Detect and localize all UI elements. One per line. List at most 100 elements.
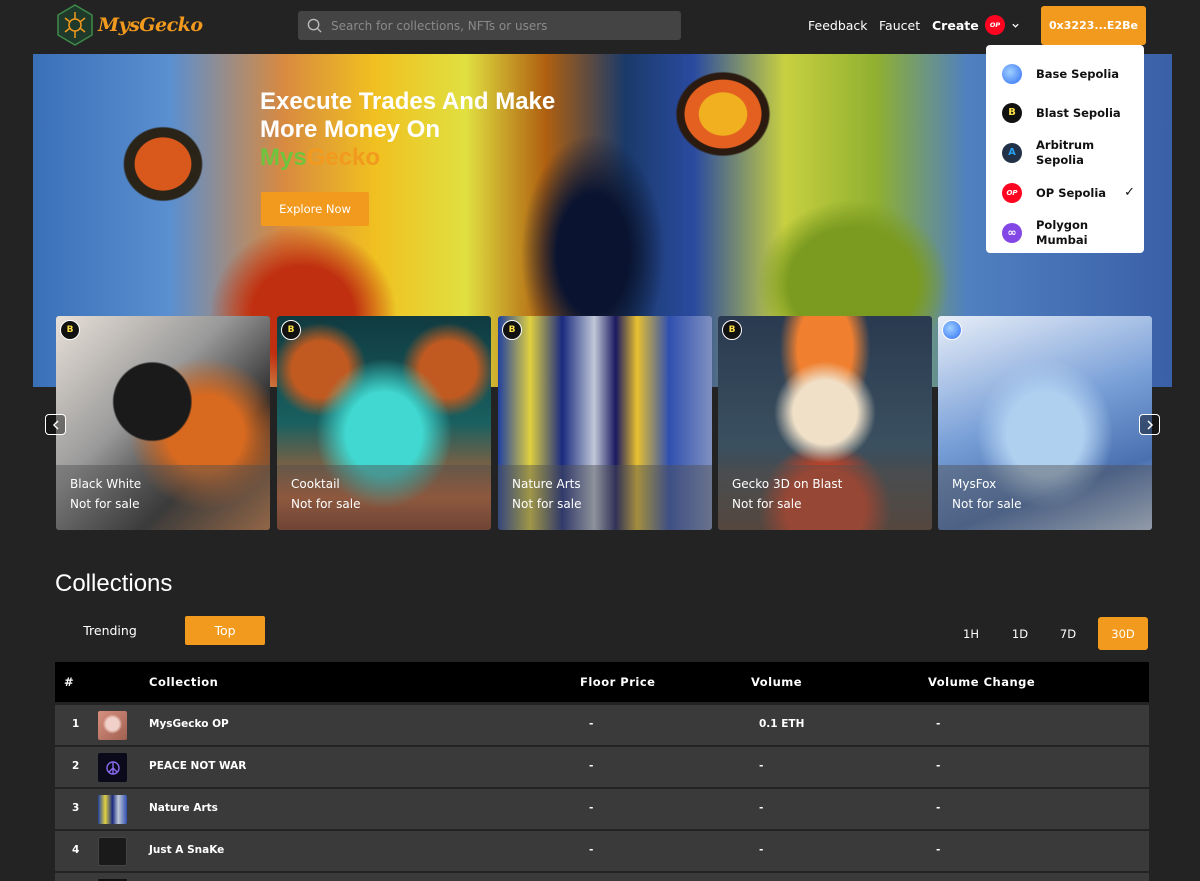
row-change: - [936, 802, 941, 814]
collection-thumbnail [98, 753, 127, 782]
hero-brand-mys: Mys [260, 144, 307, 171]
card-info: Black White Not for sale [56, 465, 270, 530]
row-change: - [936, 844, 941, 856]
chain-label: Arbitrum Sepolia [1036, 138, 1094, 168]
table-row[interactable]: 1 MysGecko OP - 0.1 ETH - [55, 705, 1149, 745]
blast-icon: B [502, 320, 522, 340]
row-rank: 3 [72, 802, 80, 814]
collection-thumbnail [98, 795, 127, 824]
row-change: - [936, 718, 941, 730]
row-floor: - [589, 802, 594, 814]
featured-card[interactable]: B Nature Arts Not for sale [498, 316, 712, 530]
card-name: Gecko 3D on Blast [732, 477, 843, 491]
period-1d[interactable]: 1D [1005, 617, 1035, 650]
gecko-logo-icon [57, 4, 93, 46]
hero-brand-gecko: Gecko [306, 144, 381, 171]
chain-dropdown: Base Sepolia B Blast Sepolia A Arbitrum … [986, 45, 1144, 253]
explore-now-button[interactable]: Explore Now [261, 192, 369, 226]
row-collection-name[interactable]: PEACE NOT WAR [149, 760, 246, 772]
col-volume: Volume [751, 675, 803, 689]
tab-trending[interactable]: Trending [66, 616, 154, 645]
card-name: Cooktail [291, 477, 340, 491]
table-row[interactable] [55, 873, 1149, 881]
card-price: Not for sale [291, 497, 361, 511]
card-info: Nature Arts Not for sale [498, 465, 712, 530]
card-info: Gecko 3D on Blast Not for sale [718, 465, 932, 530]
table-row[interactable]: 3 Nature Arts - - - [55, 789, 1149, 829]
nav-create[interactable]: Create [932, 18, 979, 33]
chain-label-line2: Sepolia [1036, 152, 1084, 167]
row-collection-name[interactable]: Nature Arts [149, 802, 218, 814]
table-row[interactable]: 2 PEACE NOT WAR - - - [55, 747, 1149, 787]
card-price: Not for sale [952, 497, 1022, 511]
row-rank: 4 [72, 844, 80, 856]
card-name: MysFox [952, 477, 997, 491]
row-volume: 0.1 ETH [759, 718, 805, 730]
tab-top[interactable]: Top [185, 616, 265, 645]
period-30d[interactable]: 30D [1098, 617, 1148, 650]
featured-card[interactable]: B Gecko 3D on Blast Not for sale [718, 316, 932, 530]
collection-thumbnail [98, 711, 127, 740]
card-name: Nature Arts [512, 477, 581, 491]
search-input[interactable] [331, 18, 681, 33]
brand-logo[interactable]: MysGecko [56, 4, 203, 46]
chain-label: Base Sepolia [1036, 66, 1120, 81]
op-icon: OP [985, 15, 1005, 35]
row-rank: 1 [72, 718, 80, 730]
carousel-next-button[interactable] [1139, 414, 1160, 435]
brand-name: MysGecko [98, 14, 203, 36]
chain-label: OP Sepolia [1036, 185, 1107, 200]
chain-label-line1: Arbitrum [1036, 137, 1095, 152]
base-icon [1002, 63, 1022, 84]
row-floor: - [589, 844, 594, 856]
blast-icon: B [1002, 102, 1022, 123]
chain-label: Polygon Mumbai [1036, 218, 1088, 248]
hero-brand: MysGecko [260, 144, 380, 172]
chain-option-polygon[interactable]: ∞ Polygon Mumbai [986, 212, 1144, 253]
carousel-prev-button[interactable] [45, 414, 66, 435]
row-floor: - [589, 718, 594, 730]
chain-option-op[interactable]: OP OP Sepolia ✓ [986, 173, 1144, 212]
wallet-button[interactable]: 0x3223...E2Be [1041, 6, 1146, 45]
row-rank: 2 [72, 760, 80, 772]
row-volume: - [759, 844, 764, 856]
card-info: Cooktail Not for sale [277, 465, 491, 530]
row-collection-name[interactable]: Just A SnaKe [149, 844, 224, 856]
card-info: MysFox Not for sale [938, 465, 1152, 530]
row-volume: - [759, 760, 764, 772]
featured-card[interactable]: B Black White Not for sale [56, 316, 270, 530]
col-collection: Collection [149, 675, 219, 689]
row-volume: - [759, 802, 764, 814]
collections-title: Collections [55, 570, 173, 597]
peace-icon [105, 760, 120, 775]
chain-option-base[interactable]: Base Sepolia [986, 54, 1144, 93]
row-collection-name[interactable]: MysGecko OP [149, 718, 229, 730]
chain-label-line1: Polygon [1036, 217, 1089, 232]
chevron-right-icon [1146, 419, 1153, 430]
search-bar[interactable] [298, 11, 681, 40]
chain-option-arbitrum[interactable]: A Arbitrum Sepolia [986, 132, 1144, 173]
featured-card[interactable]: . MysFox Not for sale [938, 316, 1152, 530]
blast-icon: B [281, 320, 301, 340]
arbitrum-icon: A [1002, 142, 1022, 163]
col-volume-change: Volume Change [928, 675, 1036, 689]
featured-card[interactable]: B Cooktail Not for sale [277, 316, 491, 530]
card-price: Not for sale [70, 497, 140, 511]
hero-title: Execute Trades And Make More Money On [260, 88, 555, 144]
polygon-icon: ∞ [1002, 222, 1022, 243]
chain-option-blast[interactable]: B Blast Sepolia [986, 93, 1144, 132]
period-7d[interactable]: 7D [1053, 617, 1083, 650]
nav-feedback[interactable]: Feedback [808, 18, 868, 33]
chain-label: Blast Sepolia [1036, 105, 1121, 120]
table-row[interactable]: 4 Just A SnaKe - - - [55, 831, 1149, 871]
row-floor: - [589, 760, 594, 772]
hero-title-line2: More Money On [260, 116, 441, 143]
table-header: # Collection Floor Price Volume Volume C… [55, 662, 1149, 702]
col-floor-price: Floor Price [580, 675, 656, 689]
blast-icon: B [722, 320, 742, 340]
checkmark-icon: ✓ [1124, 185, 1135, 200]
search-icon [307, 18, 322, 33]
period-1h[interactable]: 1H [956, 617, 986, 650]
nav-faucet[interactable]: Faucet [879, 18, 920, 33]
chain-selector[interactable]: OP [985, 15, 1020, 35]
